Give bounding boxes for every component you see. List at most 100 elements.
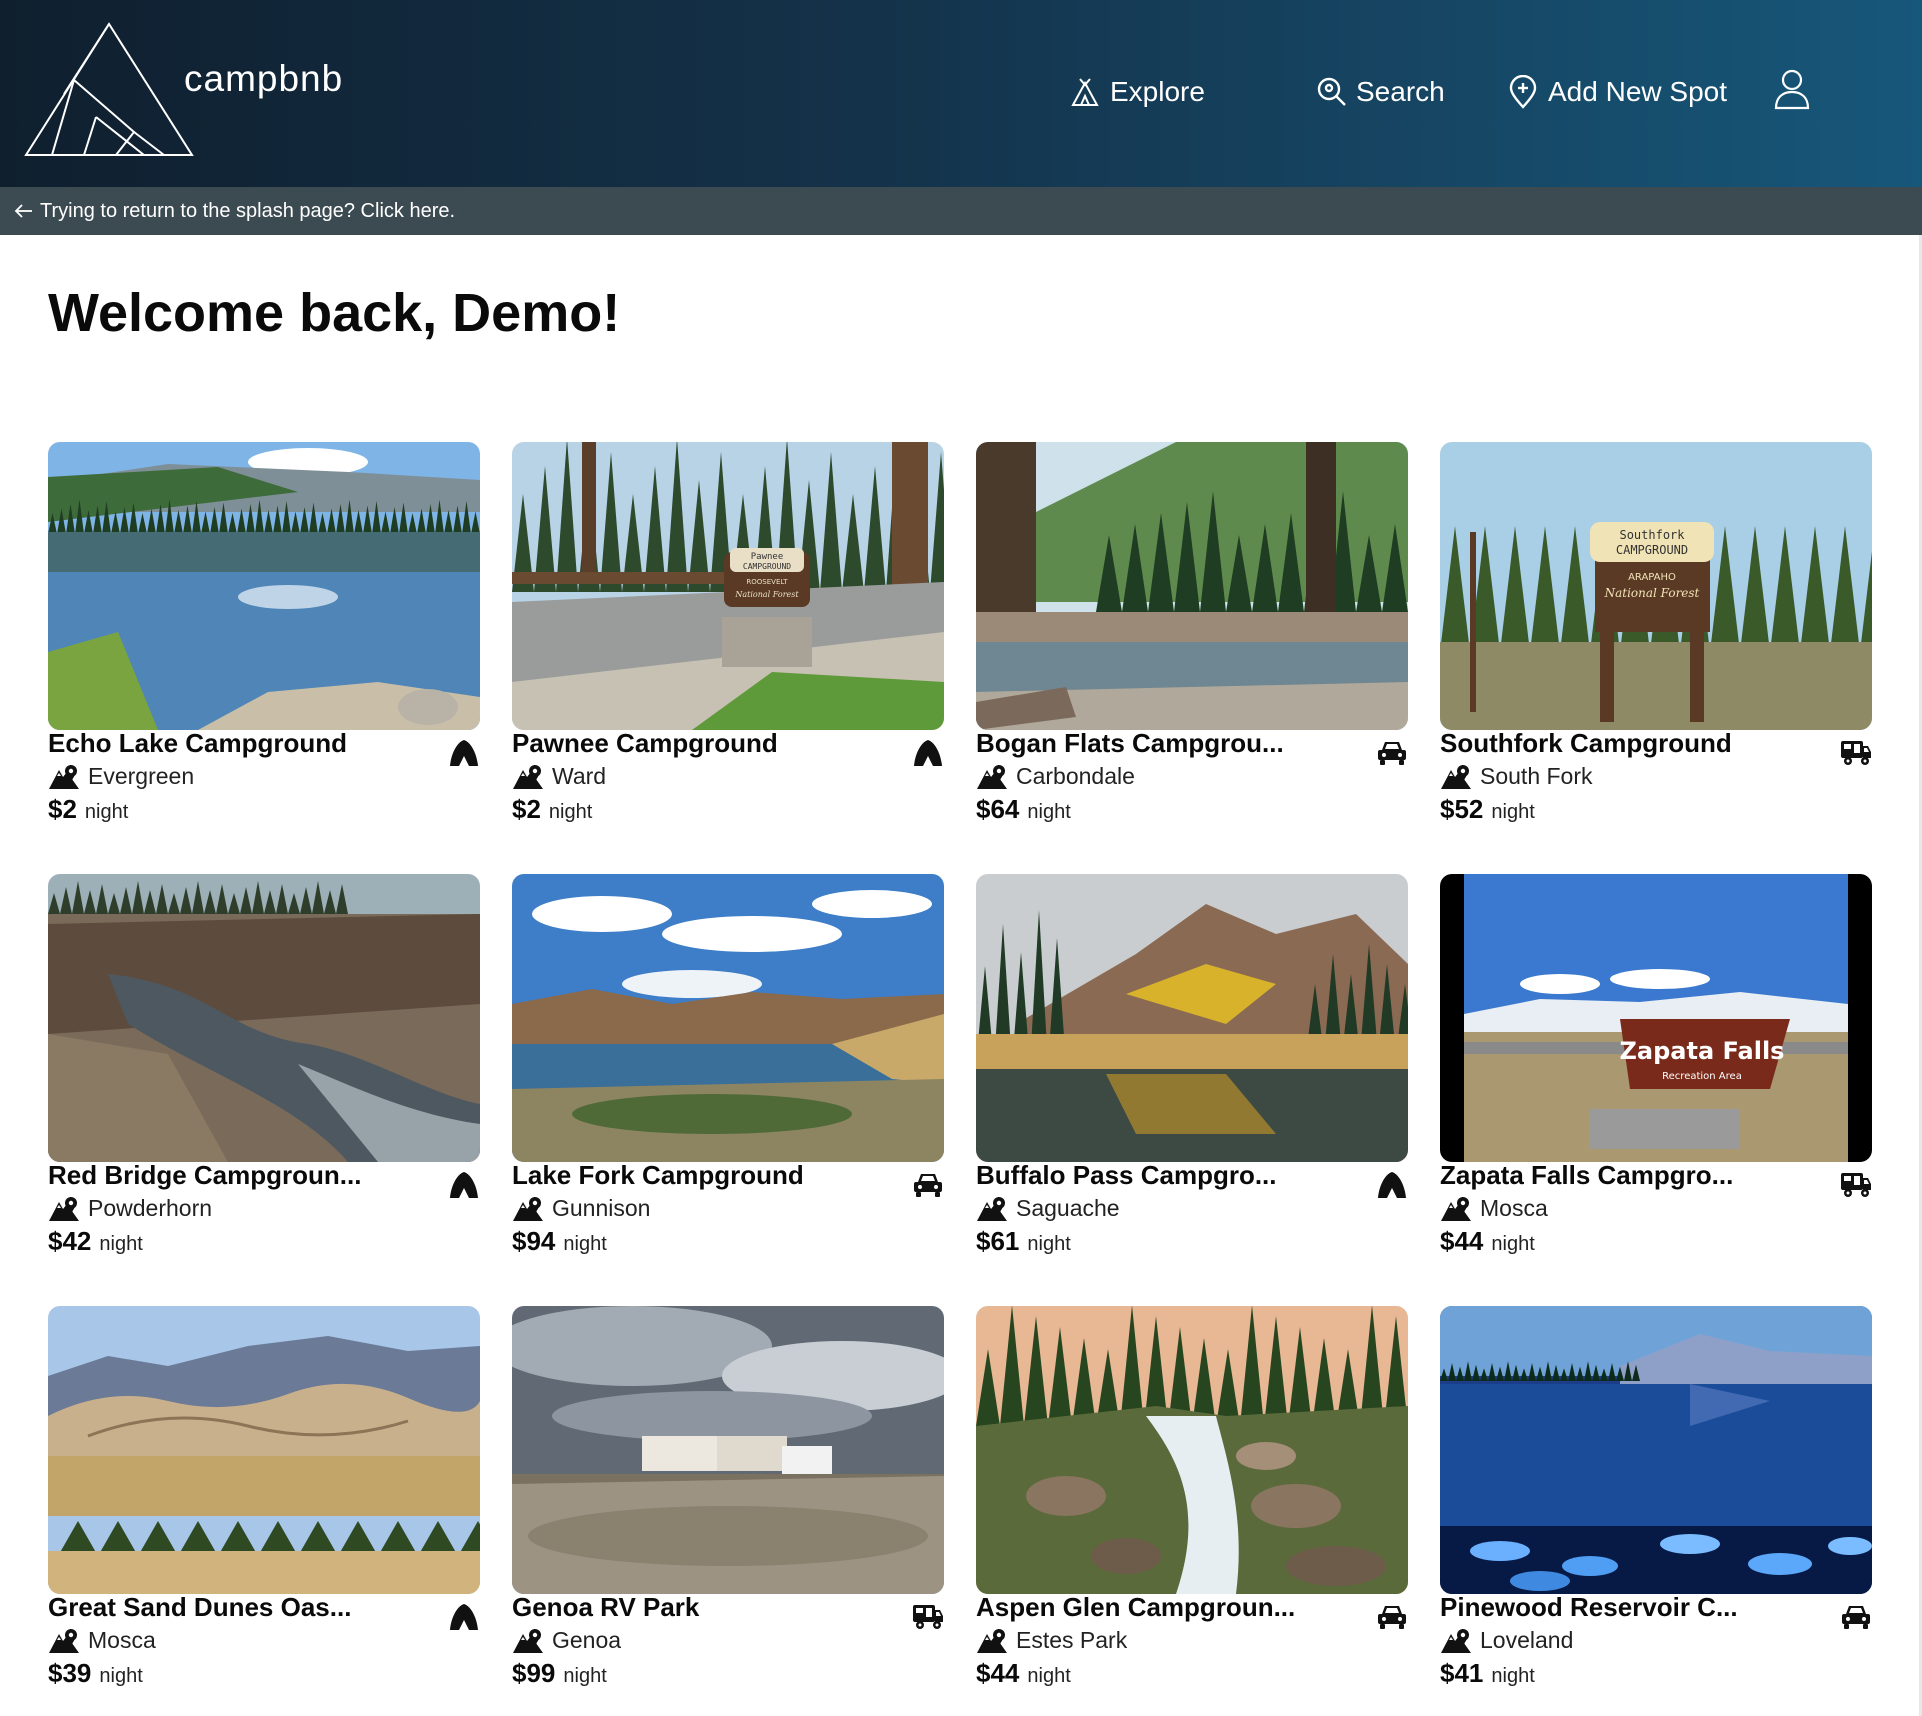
spot-image[interactable] xyxy=(976,442,1408,730)
spot-location: South Fork xyxy=(1440,762,1593,790)
brand-name[interactable]: campbnb xyxy=(184,58,343,100)
price-value: $2 xyxy=(512,794,541,824)
mountain-location-icon xyxy=(513,1629,543,1653)
mountain-logo-icon[interactable] xyxy=(24,22,194,157)
svg-text:CAMPGROUND: CAMPGROUND xyxy=(1616,543,1688,557)
campsite-photo xyxy=(976,442,1408,730)
price-unit: night xyxy=(1027,1665,1071,1687)
svg-text:National Forest: National Forest xyxy=(734,590,799,599)
spot-title[interactable]: Red Bridge Campgroun... xyxy=(48,1160,428,1191)
spot-title[interactable]: Lake Fork Campground xyxy=(512,1160,892,1191)
campsite-photo xyxy=(976,1306,1408,1594)
spot-location-text: Mosca xyxy=(1480,1194,1548,1221)
svg-text:ARAPAHO: ARAPAHO xyxy=(1628,572,1676,583)
welcome-heading: Welcome back, Demo! xyxy=(48,283,621,343)
spot-image[interactable]: Zapata Falls Recreation Area xyxy=(1440,874,1872,1162)
spot-card[interactable]: Echo Lake Campground Evergreen $2 night xyxy=(48,442,480,842)
mountain-location-icon xyxy=(977,765,1007,789)
spot-image[interactable]: Pawnee CAMPGROUND ROOSEVELT National For… xyxy=(512,442,944,730)
spot-price: $44 night xyxy=(976,1658,1071,1689)
user-profile-icon[interactable] xyxy=(1774,68,1810,110)
spot-title[interactable]: Zapata Falls Campgro... xyxy=(1440,1160,1820,1191)
spot-location: Ward xyxy=(512,762,606,790)
mountain-location-icon xyxy=(977,1197,1007,1221)
spot-card[interactable]: Red Bridge Campgroun... Powderhorn $42 ni… xyxy=(48,874,480,1274)
price-unit: night xyxy=(563,1665,607,1687)
spot-title[interactable]: Buffalo Pass Campgro... xyxy=(976,1160,1356,1191)
spot-card[interactable]: Pawnee CAMPGROUND ROOSEVELT National For… xyxy=(512,442,944,842)
top-navbar: campbnb Explore Search Add New Spot xyxy=(0,0,1922,187)
price-unit: night xyxy=(1491,801,1535,823)
car-icon xyxy=(912,1168,944,1200)
tent-icon xyxy=(912,736,944,768)
spot-image[interactable] xyxy=(48,874,480,1162)
spot-location: Gunnison xyxy=(512,1194,650,1222)
spot-title[interactable]: Pinewood Reservoir C... xyxy=(1440,1592,1820,1623)
spot-title[interactable]: Aspen Glen Campgroun... xyxy=(976,1592,1356,1623)
spot-title[interactable]: Bogan Flats Campgrou... xyxy=(976,728,1356,759)
price-value: $44 xyxy=(976,1658,1020,1688)
spot-image[interactable] xyxy=(48,442,480,730)
price-value: $41 xyxy=(1440,1658,1484,1688)
mountain-location-icon xyxy=(1441,1629,1471,1653)
price-unit: night xyxy=(1491,1233,1535,1255)
nav-search[interactable]: Search xyxy=(1314,70,1445,114)
car-icon xyxy=(1376,736,1408,768)
spot-title[interactable]: Great Sand Dunes Oas... xyxy=(48,1592,428,1623)
spot-card[interactable]: Bogan Flats Campgrou... Carbondale $64 ni… xyxy=(976,442,1408,842)
spot-location-text: South Fork xyxy=(1480,762,1593,789)
mountain-location-icon xyxy=(49,1197,79,1221)
spot-location-text: Evergreen xyxy=(88,762,195,789)
nav-search-label: Search xyxy=(1356,76,1445,107)
campsite-photo xyxy=(48,874,480,1162)
campsite-photo xyxy=(976,874,1408,1162)
spot-title[interactable]: Genoa RV Park xyxy=(512,1592,892,1623)
campsite-photo xyxy=(512,874,944,1162)
spot-image[interactable]: Southfork CAMPGROUND ARAPAHO National Fo… xyxy=(1440,442,1872,730)
spot-card[interactable]: Southfork CAMPGROUND ARAPAHO National Fo… xyxy=(1440,442,1872,842)
spot-card[interactable]: Lake Fork Campground Gunnison $94 night xyxy=(512,874,944,1274)
mountain-location-icon xyxy=(1441,1197,1471,1221)
spot-title[interactable]: Echo Lake Campground xyxy=(48,728,428,759)
spot-image[interactable] xyxy=(1440,1306,1872,1594)
svg-text:Recreation Area: Recreation Area xyxy=(1662,1071,1742,1082)
spot-location-text: Gunnison xyxy=(552,1194,651,1221)
spot-image[interactable] xyxy=(976,874,1408,1162)
spot-location-text: Estes Park xyxy=(1016,1626,1128,1653)
nav-add-new-spot[interactable]: Add New Spot xyxy=(1506,70,1727,114)
spot-title[interactable]: Southfork Campground xyxy=(1440,728,1820,759)
spot-card[interactable]: Pinewood Reservoir C... Loveland $41 nigh… xyxy=(1440,1306,1872,1706)
campsite-photo: Zapata Falls Recreation Area xyxy=(1440,874,1872,1162)
return-to-splash-link[interactable]: Trying to return to the splash page? Cli… xyxy=(0,187,1922,235)
mountain-location-icon xyxy=(1441,765,1471,789)
spot-price: $41 night xyxy=(1440,1658,1535,1689)
spot-location: Loveland xyxy=(1440,1626,1573,1654)
spot-image[interactable] xyxy=(512,1306,944,1594)
spot-location: Mosca xyxy=(48,1626,156,1654)
rv-icon xyxy=(1840,736,1872,768)
spot-image[interactable] xyxy=(976,1306,1408,1594)
nav-explore[interactable]: Explore xyxy=(1068,70,1205,114)
splash-link-text: Trying to return to the splash page? Cli… xyxy=(40,199,456,222)
campsite-photo xyxy=(512,1306,944,1594)
spot-card[interactable]: Zapata Falls Recreation Area Zapata Fall… xyxy=(1440,874,1872,1274)
spot-location-text: Carbondale xyxy=(1016,762,1135,789)
svg-text:Southfork: Southfork xyxy=(1619,528,1685,542)
spot-price: $64 night xyxy=(976,794,1071,825)
price-value: $39 xyxy=(48,1658,92,1688)
spot-image[interactable] xyxy=(512,874,944,1162)
spot-price: $2 night xyxy=(48,794,128,825)
spot-location: Powderhorn xyxy=(48,1194,212,1222)
mountain-location-icon xyxy=(49,765,79,789)
spot-card[interactable]: Great Sand Dunes Oas... Mosca $39 night xyxy=(48,1306,480,1706)
spot-card[interactable]: Buffalo Pass Campgro... Saguache $61 nigh… xyxy=(976,874,1408,1274)
spot-card[interactable]: Aspen Glen Campgroun... Estes Park $44 ni… xyxy=(976,1306,1408,1706)
spot-price: $94 night xyxy=(512,1226,607,1257)
spot-location: Evergreen xyxy=(48,762,194,790)
spot-title[interactable]: Pawnee Campground xyxy=(512,728,892,759)
car-icon xyxy=(1840,1600,1872,1632)
car-icon xyxy=(1376,1600,1408,1632)
spot-image[interactable] xyxy=(48,1306,480,1594)
spot-card[interactable]: Genoa RV Park Genoa $99 night xyxy=(512,1306,944,1706)
price-unit: night xyxy=(548,801,593,823)
